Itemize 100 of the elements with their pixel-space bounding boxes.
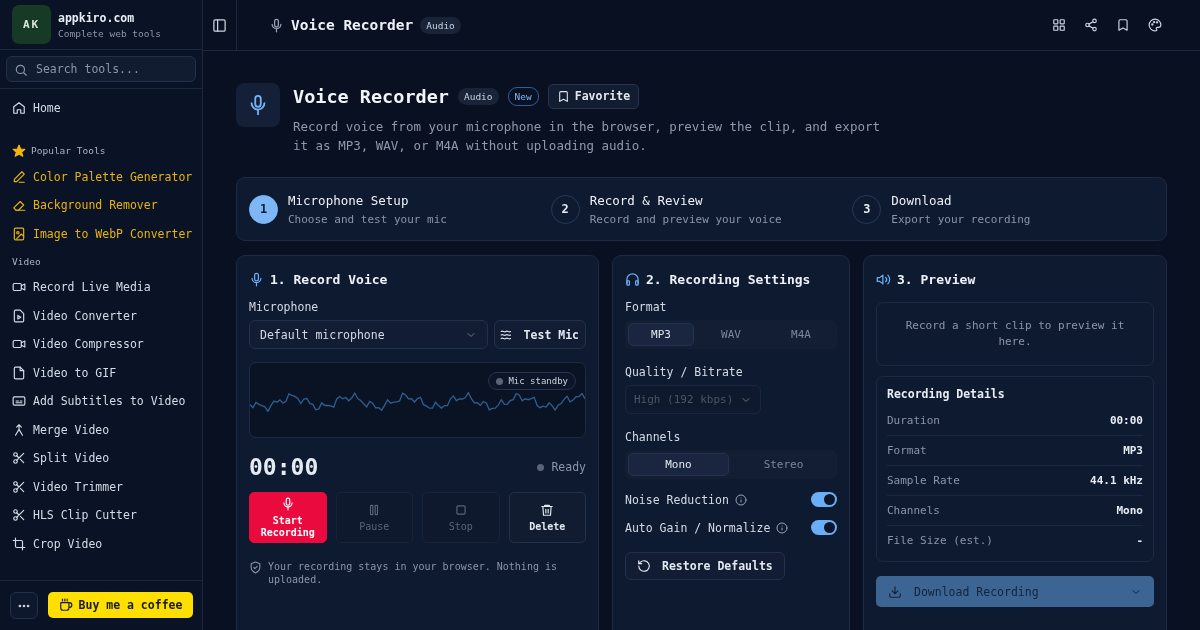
field-label: Channels	[625, 430, 682, 444]
sidebar-item[interactable]: Video to GIF	[0, 358, 202, 387]
microphone-icon	[236, 83, 280, 127]
star-icon	[12, 143, 26, 158]
download-icon	[888, 584, 902, 599]
scissors-icon	[12, 451, 26, 466]
video-file-icon	[12, 308, 26, 323]
format-option[interactable]: M4A	[768, 323, 834, 346]
step-title: Download	[891, 192, 953, 208]
detail-value: 00:00	[1109, 414, 1143, 427]
timer: 00:00	[249, 454, 319, 480]
scissors-icon	[12, 508, 26, 523]
shield-icon	[249, 561, 262, 574]
details-title: Recording Details	[887, 387, 1006, 401]
sidebar-item[interactable]: Split Video	[0, 444, 202, 473]
palette-icon[interactable]	[1148, 18, 1162, 32]
sidebar-item[interactable]: Video Trimmer	[0, 472, 202, 501]
step-subtitle: Export your recording	[891, 212, 1031, 226]
subtitles-icon	[12, 394, 26, 409]
recording-status: Ready	[537, 460, 586, 474]
file-icon	[12, 365, 26, 380]
step-number: 1	[249, 194, 278, 224]
control-button[interactable]: Start Recording	[249, 492, 327, 543]
sidebar-item[interactable]: Color Palette Generator	[0, 162, 202, 191]
home-icon	[12, 101, 26, 116]
image-file-icon	[12, 226, 26, 241]
format-option[interactable]: WAV	[698, 323, 764, 346]
trash-icon	[540, 502, 555, 517]
bookmark-icon	[556, 89, 570, 103]
detail-label: Sample Rate	[887, 474, 960, 487]
field-label: Microphone	[249, 300, 320, 314]
brand-logo: AK	[12, 5, 51, 44]
detail-value: 44.1 kHz	[1090, 474, 1143, 487]
coffee-cup-icon	[58, 598, 73, 612]
category-badge: Audio	[457, 87, 499, 105]
step-title: Record & Review	[589, 192, 704, 208]
bookmark-icon[interactable]	[1116, 18, 1130, 32]
panel-title: 3. Preview	[897, 271, 976, 287]
page-title: Voice Recorder	[291, 17, 414, 33]
detail-label: Channels	[887, 504, 940, 517]
sidebar-item[interactable]: Background Remover	[0, 191, 202, 220]
section-title: Popular Tools	[31, 145, 106, 156]
tool-description: Record voice from your microphone in the browser, preview the clip, and export it as MP3, WAV, or M4A without uploading audio.	[293, 118, 881, 155]
sidebar-item[interactable]: Video Compressor	[0, 330, 202, 359]
channel-option[interactable]: Mono	[628, 453, 729, 476]
info-icon	[776, 521, 789, 534]
panel-title: 1. Record Voice	[270, 271, 388, 287]
brand-tagline: Complete web tools	[58, 27, 161, 39]
stop-icon	[453, 502, 468, 517]
sidebar-item[interactable]: Crop Video	[0, 529, 202, 558]
refresh-icon	[637, 559, 651, 573]
favorite-button[interactable]: Favorite	[547, 83, 640, 109]
detail-value: MP3	[1123, 444, 1143, 457]
detail-value: -	[1136, 534, 1143, 547]
restore-defaults-button[interactable]: Restore Defaults	[625, 552, 785, 580]
coffee-button[interactable]: Buy me a coffee	[48, 592, 193, 618]
microphone-select[interactable]: Default microphone	[249, 320, 488, 349]
sidebar-item[interactable]: Video Converter	[0, 301, 202, 330]
test-mic-button[interactable]: Test Mic	[493, 320, 586, 349]
detail-label: File Size (est.)	[887, 534, 993, 547]
toggle-switch[interactable]	[811, 492, 837, 507]
sidebar-toggle-icon[interactable]	[212, 17, 227, 33]
toggle-label: Auto Gain / Normalize	[625, 520, 771, 535]
headphones-icon	[625, 271, 640, 287]
detail-label: Duration	[887, 414, 940, 427]
tool-title: Voice Recorder	[293, 85, 449, 107]
eraser-icon	[12, 198, 26, 213]
field-label: Format	[625, 300, 668, 314]
share-icon[interactable]	[1084, 18, 1098, 32]
sidebar-item[interactable]: Image to WebP Converter	[0, 219, 202, 248]
channel-option[interactable]: Stereo	[733, 453, 834, 476]
brand-name: appkiro.com	[58, 10, 136, 25]
step-title: Microphone Setup	[288, 192, 410, 208]
step-subtitle: Record and preview your voice	[589, 212, 782, 226]
sidebar-item[interactable]: HLS Clip Cutter	[0, 501, 202, 530]
sidebar-item[interactable]: Add Subtitles to Video	[0, 387, 202, 416]
sidebar-item[interactable]: Merge Video	[0, 415, 202, 444]
section-title: Video	[12, 255, 41, 267]
microphone-icon	[280, 496, 295, 511]
scissors-icon	[12, 479, 26, 494]
new-badge: New	[507, 86, 539, 106]
detail-label: Format	[887, 444, 927, 457]
merge-arrows-icon	[12, 422, 26, 437]
search-field[interactable]: Search tools...	[6, 56, 196, 82]
mic-status-badge: Mic standby	[488, 372, 576, 390]
microphone-icon	[269, 17, 284, 33]
category-badge: Audio	[420, 16, 461, 34]
field-label: Quality / Bitrate	[625, 365, 744, 379]
control-button[interactable]: Delete	[508, 492, 586, 543]
toggle-switch[interactable]	[811, 520, 837, 535]
panel-title: 2. Recording Settings	[646, 271, 811, 287]
empty-message: Record a short clip to preview it here.	[904, 318, 1126, 350]
format-option[interactable]: MP3	[628, 323, 694, 346]
sidebar-item[interactable]: Home	[0, 94, 202, 123]
pencil-icon	[12, 169, 26, 184]
step-subtitle: Choose and test your mic	[288, 212, 447, 226]
sidebar-item[interactable]: Record Live Media	[0, 273, 202, 302]
detail-value: Mono	[1116, 504, 1143, 517]
grid-icon[interactable]	[1052, 18, 1066, 32]
info-icon	[734, 493, 747, 506]
